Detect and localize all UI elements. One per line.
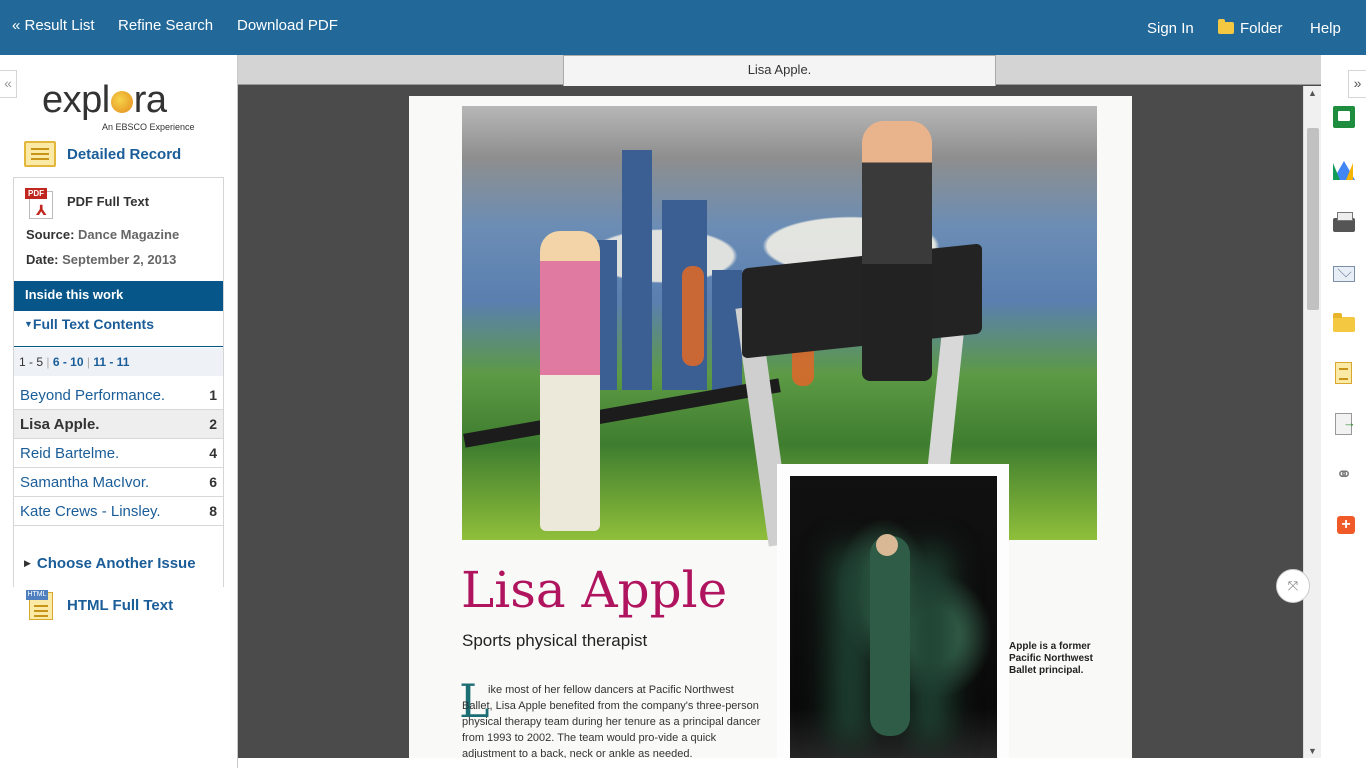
viewer-tab-title[interactable]: Lisa Apple. <box>563 55 996 86</box>
top-navigation-bar: « Result List Refine Search Download PDF… <box>0 0 1366 55</box>
photo-caption: Apple is a former Pacific Northwest Ball… <box>1009 641 1093 676</box>
pager-current: 1 - 5 <box>19 355 44 369</box>
collapse-right-panel-button[interactable]: » <box>1348 70 1366 98</box>
detailed-record-icon <box>24 141 56 167</box>
divider <box>14 346 223 347</box>
html-tag: HTML <box>26 590 48 600</box>
google-classroom-icon[interactable] <box>1333 106 1355 128</box>
logo-word-left: expl <box>42 79 110 121</box>
pdf-tag: PDF <box>25 188 47 199</box>
full-text-contents-label: Full Text Contents <box>32 316 154 332</box>
refine-search-link[interactable]: Refine Search <box>118 17 213 34</box>
table-of-contents: Beyond Performance. 1 Lisa Apple. 2 Reid B… <box>14 381 223 526</box>
share-icon[interactable]: + <box>1337 516 1355 534</box>
toc-item-active[interactable]: Lisa Apple. 2 <box>14 410 223 439</box>
pager-link-11-11[interactable]: 11 - 11 <box>93 355 129 369</box>
detailed-record-link[interactable]: Detailed Record <box>67 146 181 163</box>
email-icon[interactable] <box>1333 266 1355 282</box>
help-link[interactable]: Help <box>1310 20 1341 37</box>
explora-logo[interactable]: expl ra An EBSCO Experience <box>42 80 202 138</box>
toc-item[interactable]: Kate Crews - Linsley. 8 <box>14 497 223 526</box>
html-full-text-link[interactable]: HTML Full Text <box>67 597 173 614</box>
date-line: Date: September 2, 2013 <box>26 252 176 267</box>
date-label: Date: <box>26 252 59 267</box>
exit-fullscreen-button[interactable]: ⤧ <box>1276 569 1310 603</box>
caret-right-icon: ▶ <box>24 558 31 568</box>
toc-pager: 1 - 5 | 6 - 10 | 11 - 11 <box>14 348 223 376</box>
pdf-icon: PDF ⅄ <box>25 188 59 219</box>
dancer-photo <box>777 464 1009 758</box>
export-icon[interactable] <box>1335 413 1356 435</box>
viewer-scrollbar[interactable]: ▲ ▼ <box>1303 86 1321 758</box>
scroll-thumb[interactable] <box>1307 128 1319 310</box>
scroll-up-icon[interactable]: ▲ <box>1308 88 1317 98</box>
toc-item[interactable]: Samantha MacIvor. 6 <box>14 468 223 497</box>
html-full-text-icon: HTML <box>26 590 56 620</box>
folder-link[interactable]: Folder <box>1218 19 1283 37</box>
pdf-page: Apple is a former Pacific Northwest Ball… <box>409 96 1132 758</box>
choose-another-issue-label: Choose Another Issue <box>36 555 196 572</box>
compress-icon: ⤧ <box>1287 578 1299 593</box>
source-value: Dance Magazine <box>78 227 180 242</box>
toc-item[interactable]: Beyond Performance. 1 <box>14 381 223 410</box>
sign-in-link[interactable]: Sign In <box>1147 20 1194 37</box>
collapse-left-panel-button[interactable]: « <box>0 70 17 98</box>
cite-icon[interactable] <box>1335 362 1352 384</box>
caret-down-icon: ▼ <box>24 319 33 329</box>
source-line: Source: Dance Magazine <box>26 227 179 242</box>
logo-word-right: ra <box>133 79 167 121</box>
pager-link-6-10[interactable]: 6 - 10 <box>53 355 84 369</box>
date-value: September 2, 2013 <box>62 252 177 267</box>
result-list-link[interactable]: « Result List <box>12 17 95 34</box>
article-headline: Lisa Apple <box>461 561 728 619</box>
inside-this-work-header: Inside this work <box>14 281 223 311</box>
pdf-full-text-label: PDF Full Text <box>67 194 150 209</box>
download-pdf-link[interactable]: Download PDF <box>237 17 338 34</box>
add-to-folder-icon[interactable] <box>1333 313 1355 332</box>
google-drive-icon[interactable] <box>1333 161 1355 180</box>
permalink-icon[interactable]: ⚭ <box>1333 464 1355 486</box>
logo-subtitle: An EBSCO Experience <box>102 122 195 132</box>
folder-icon <box>1218 19 1234 34</box>
article-body: ike most of her fellow dancers at Pacifi… <box>462 684 761 758</box>
source-label: Source: <box>26 227 75 242</box>
choose-another-issue-toggle[interactable]: ▶ Choose Another Issue <box>24 555 196 572</box>
full-text-contents-toggle[interactable]: ▼Full Text Contents <box>24 316 154 332</box>
folder-label: Folder <box>1240 20 1283 37</box>
toc-item[interactable]: Reid Bartelme. 4 <box>14 439 223 468</box>
scroll-down-icon[interactable]: ▼ <box>1308 746 1317 756</box>
logo-balloon-icon <box>110 91 133 113</box>
article-subtitle: Sports physical therapist <box>462 631 648 650</box>
print-icon[interactable] <box>1333 212 1355 232</box>
